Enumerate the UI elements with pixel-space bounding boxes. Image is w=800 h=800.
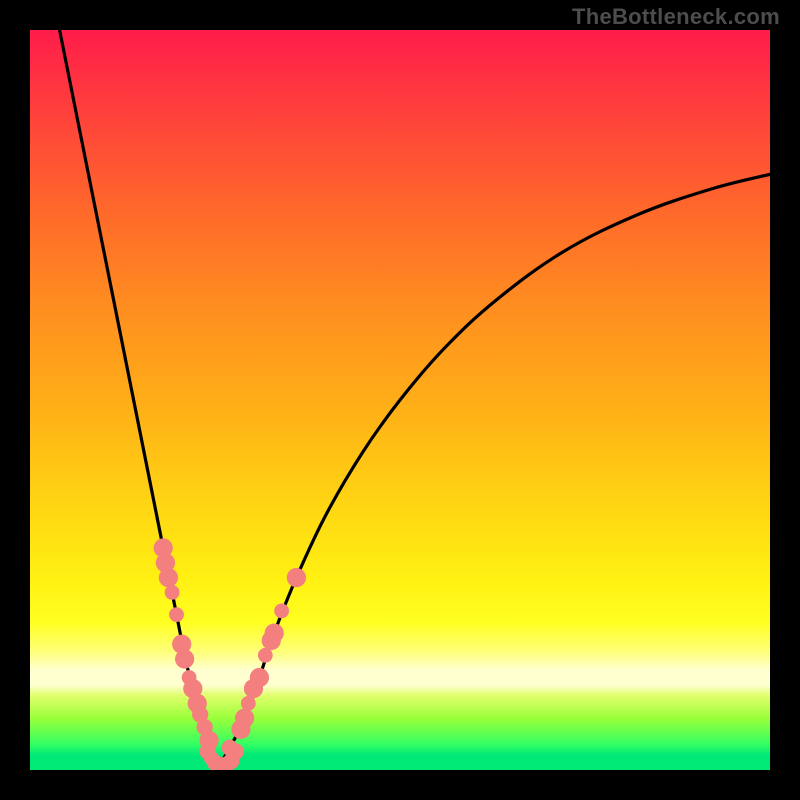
plot-area [30,30,770,770]
scatter-marker [235,709,254,728]
watermark-text: TheBottleneck.com [572,4,780,30]
curve-right-branch [219,174,770,766]
chart-svg [30,30,770,770]
scatter-marker [159,568,178,587]
scatter-marker [165,585,180,600]
scatter-marker [175,649,194,668]
chart-stage: TheBottleneck.com [0,0,800,800]
scatter-marker [258,648,273,663]
scatter-marker [222,740,238,756]
scatter-marker [169,607,184,622]
scatter-marker [265,623,284,642]
scatter-marker [287,568,306,587]
scatter-markers [154,538,306,770]
curve-left-branch [60,30,219,766]
scatter-marker [250,668,269,687]
scatter-marker [274,604,289,619]
